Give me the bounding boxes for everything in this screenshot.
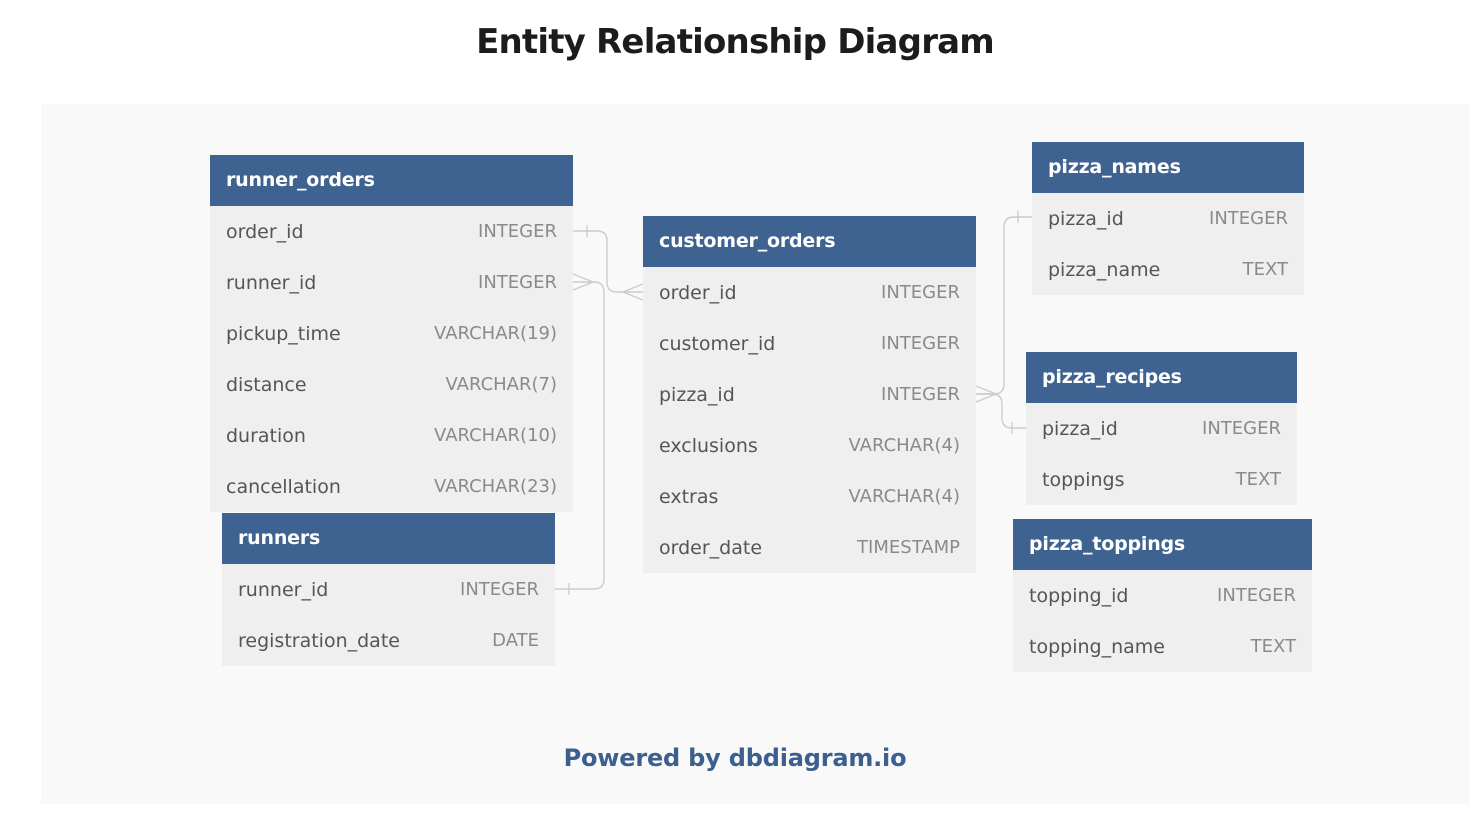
field-name: duration <box>226 424 306 447</box>
table-row[interactable]: cancellation VARCHAR(23) <box>210 461 573 512</box>
field-name: registration_date <box>238 629 400 652</box>
table-runners[interactable]: runners runner_id INTEGER registration_da… <box>222 513 555 666</box>
table-header[interactable]: runners <box>222 513 555 564</box>
field-name: topping_name <box>1029 635 1165 658</box>
field-name: pizza_name <box>1048 258 1161 281</box>
field-type: VARCHAR(23) <box>434 476 557 497</box>
field-type: INTEGER <box>881 333 960 354</box>
field-type: VARCHAR(19) <box>434 323 557 344</box>
field-type: VARCHAR(4) <box>848 435 960 456</box>
table-customer-orders[interactable]: customer_orders order_id INTEGER customer… <box>643 216 976 573</box>
field-type: INTEGER <box>460 579 539 600</box>
field-type: TEXT <box>1242 259 1288 280</box>
field-type: INTEGER <box>1209 208 1288 229</box>
field-type: INTEGER <box>881 282 960 303</box>
field-name: order_date <box>659 536 763 559</box>
table-row[interactable]: order_date TIMESTAMP <box>643 522 976 573</box>
field-type: TIMESTAMP <box>857 537 960 558</box>
field-type: TEXT <box>1250 636 1296 657</box>
table-pizza-recipes[interactable]: pizza_recipes pizza_id INTEGER toppings TE… <box>1026 352 1297 505</box>
field-name: distance <box>226 373 307 396</box>
table-row[interactable]: customer_id INTEGER <box>643 318 976 369</box>
powered-by-link[interactable]: Powered by dbdiagram.io <box>0 744 1470 772</box>
table-row[interactable]: distance VARCHAR(7) <box>210 359 573 410</box>
table-row[interactable]: duration VARCHAR(10) <box>210 410 573 461</box>
table-row[interactable]: pizza_id INTEGER <box>1032 193 1304 244</box>
field-type: INTEGER <box>478 221 557 242</box>
table-row[interactable]: order_id INTEGER <box>210 206 573 257</box>
field-name: extras <box>659 485 719 508</box>
table-runner-orders[interactable]: runner_orders order_id INTEGER runner_id I… <box>210 155 573 512</box>
field-name: exclusions <box>659 434 758 457</box>
field-type: TEXT <box>1235 469 1281 490</box>
field-name: toppings <box>1042 468 1125 491</box>
field-type: INTEGER <box>1217 585 1296 606</box>
field-name: order_id <box>659 281 737 304</box>
table-row[interactable]: order_id INTEGER <box>643 267 976 318</box>
field-name: order_id <box>226 220 304 243</box>
field-type: VARCHAR(7) <box>445 374 557 395</box>
field-type: DATE <box>492 630 539 651</box>
field-type: INTEGER <box>881 384 960 405</box>
field-type: VARCHAR(4) <box>848 486 960 507</box>
table-row[interactable]: runner_id INTEGER <box>222 564 555 615</box>
table-row[interactable]: exclusions VARCHAR(4) <box>643 420 976 471</box>
table-header[interactable]: customer_orders <box>643 216 976 267</box>
table-row[interactable]: pizza_name TEXT <box>1032 244 1304 295</box>
field-name: topping_id <box>1029 584 1129 607</box>
table-pizza-toppings[interactable]: pizza_toppings topping_id INTEGER topping… <box>1013 519 1312 672</box>
table-row[interactable]: topping_name TEXT <box>1013 621 1312 672</box>
table-row[interactable]: extras VARCHAR(4) <box>643 471 976 522</box>
table-row[interactable]: registration_date DATE <box>222 615 555 666</box>
table-row[interactable]: pizza_id INTEGER <box>643 369 976 420</box>
table-header[interactable]: pizza_names <box>1032 142 1304 193</box>
field-name: pizza_id <box>659 383 735 406</box>
table-row[interactable]: toppings TEXT <box>1026 454 1297 505</box>
field-name: runner_id <box>238 578 329 601</box>
page-title: Entity Relationship Diagram <box>476 22 995 62</box>
field-name: pizza_id <box>1048 207 1124 230</box>
table-row[interactable]: pizza_id INTEGER <box>1026 403 1297 454</box>
table-pizza-names[interactable]: pizza_names pizza_id INTEGER pizza_name TE… <box>1032 142 1304 295</box>
field-name: pizza_id <box>1042 417 1118 440</box>
field-name: cancellation <box>226 475 341 498</box>
field-type: INTEGER <box>478 272 557 293</box>
field-type: INTEGER <box>1202 418 1281 439</box>
field-name: runner_id <box>226 271 317 294</box>
field-type: VARCHAR(10) <box>434 425 557 446</box>
table-header[interactable]: runner_orders <box>210 155 573 206</box>
table-header[interactable]: pizza_recipes <box>1026 352 1297 403</box>
table-row[interactable]: runner_id INTEGER <box>210 257 573 308</box>
field-name: pickup_time <box>226 322 341 345</box>
table-row[interactable]: pickup_time VARCHAR(19) <box>210 308 573 359</box>
field-name: customer_id <box>659 332 776 355</box>
table-header[interactable]: pizza_toppings <box>1013 519 1312 570</box>
table-row[interactable]: topping_id INTEGER <box>1013 570 1312 621</box>
